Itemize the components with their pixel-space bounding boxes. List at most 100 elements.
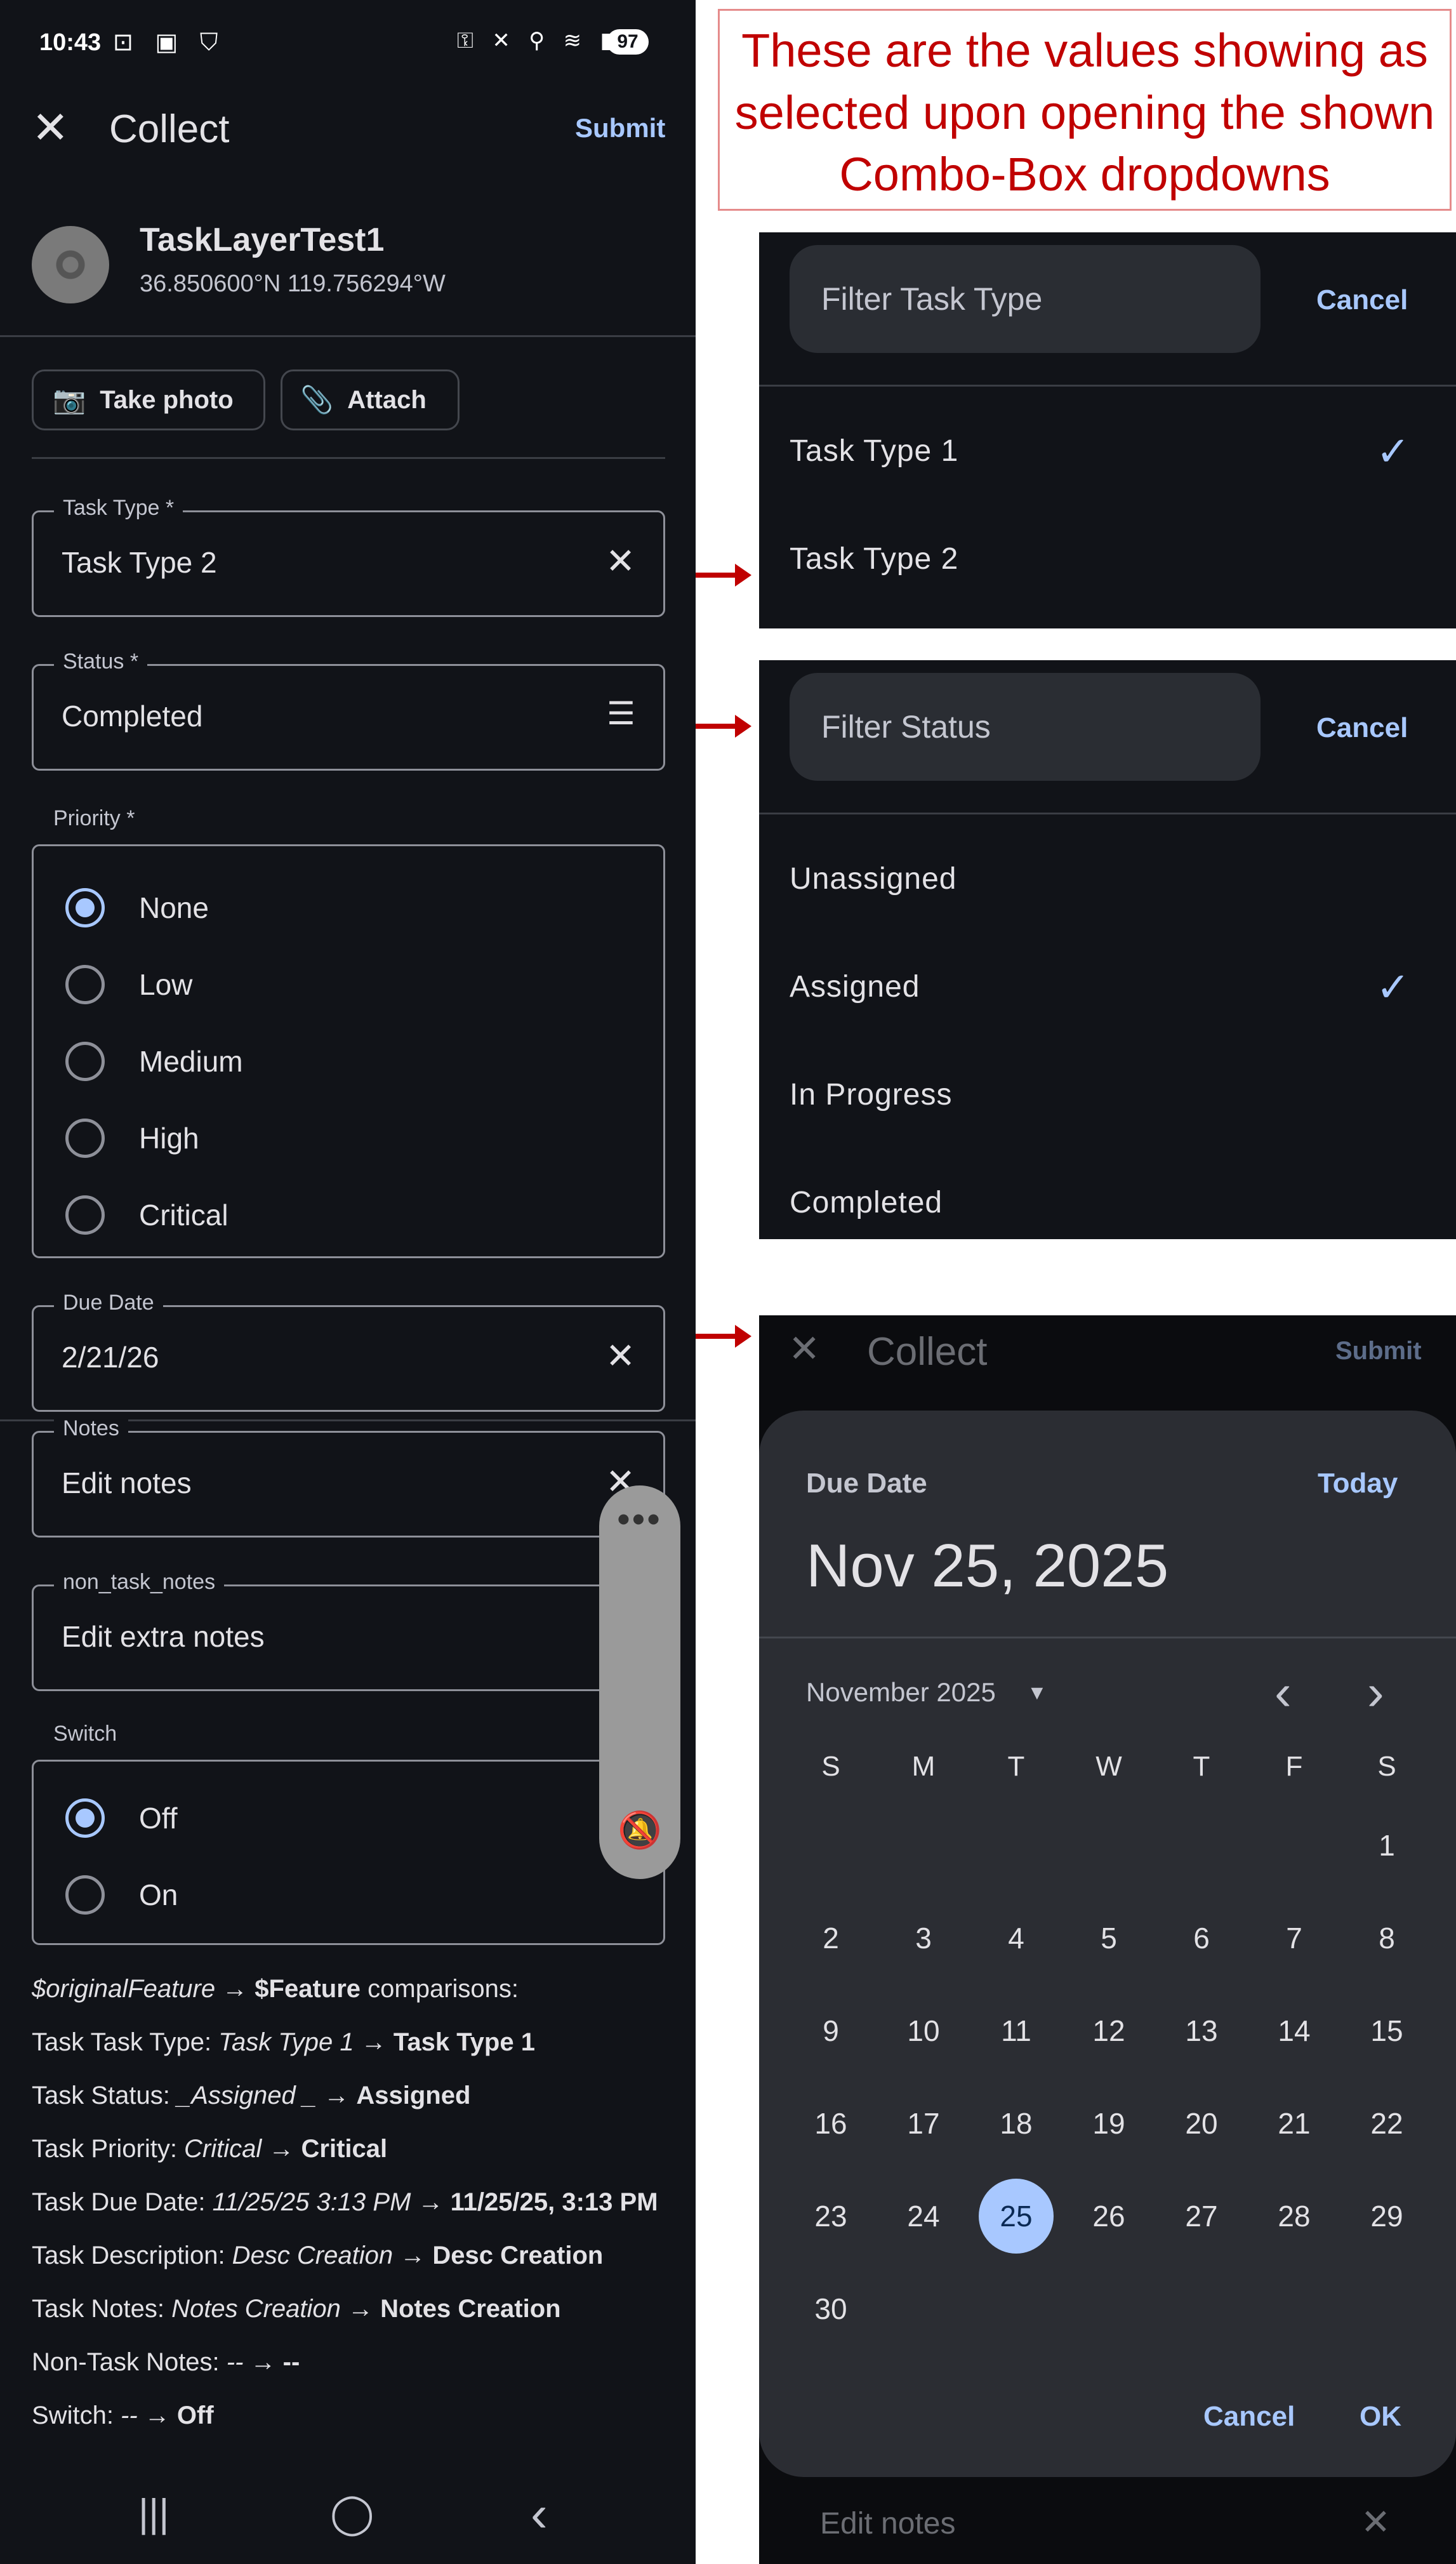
comparison-row: Task Notes: Notes Creation → Notes Creat… [32, 2295, 561, 2323]
next-month-icon[interactable]: › [1367, 1663, 1384, 1722]
ok-button[interactable]: OK [1360, 2401, 1401, 2433]
cancel-button[interactable]: Cancel [1316, 284, 1408, 316]
attach-button[interactable]: 📎 Attach [281, 369, 460, 430]
due-date-field[interactable]: Due Date 2/21/26 ✕ [32, 1291, 665, 1412]
cancel-button[interactable]: Cancel [1203, 2401, 1295, 2433]
dropdown-option[interactable]: Assigned ✓ [759, 933, 1456, 1041]
month-year-selector[interactable]: November 2025 [806, 1677, 996, 1708]
calendar-day[interactable]: 13 [1155, 1993, 1248, 2068]
cancel-button[interactable]: Cancel [1316, 712, 1408, 744]
calendar-day[interactable]: 30 [784, 2271, 877, 2346]
background-submit: Submit [1335, 1337, 1422, 1365]
calendar-day[interactable]: 18 [970, 2086, 1062, 2161]
clear-icon[interactable]: ✕ [606, 540, 635, 582]
priority-option-label: Critical [139, 1198, 228, 1232]
calendar-day[interactable]: 19 [1062, 2086, 1155, 2161]
calendar-day[interactable]: 4 [970, 1901, 1062, 1976]
close-icon[interactable]: ✕ [32, 102, 69, 154]
calendar-day[interactable]: 12 [1062, 1993, 1155, 2068]
priority-option[interactable]: Medium [34, 1023, 663, 1099]
calendar-day[interactable]: 17 [877, 2086, 970, 2161]
filter-status-input[interactable]: Filter Status [790, 673, 1261, 781]
option-label: In Progress [790, 1078, 953, 1112]
radio-unchecked-icon[interactable] [65, 1875, 105, 1915]
home-button[interactable]: ◯ [330, 2490, 374, 2536]
background-notes: Edit notes [820, 2507, 956, 2541]
radio-unchecked-icon[interactable] [65, 1118, 105, 1158]
more-icon[interactable]: ••• [599, 1498, 680, 1539]
dropdown-option[interactable]: Completed [759, 1149, 1456, 1257]
filter-task-type-input[interactable]: Filter Task Type [790, 245, 1261, 353]
calendar-day[interactable]: 5 [1062, 1901, 1155, 1976]
calendar-day[interactable]: 1 [1340, 1808, 1433, 1883]
weekday-label: S [821, 1751, 840, 1782]
priority-option[interactable]: High [34, 1099, 663, 1176]
weekday-label: W [1095, 1751, 1122, 1782]
calendar-day[interactable]: 14 [1248, 1993, 1340, 2068]
calendar-day[interactable]: 24 [877, 2179, 970, 2254]
calendar-day[interactable]: 16 [784, 2086, 877, 2161]
calendar-day[interactable]: 29 [1340, 2179, 1433, 2254]
dropdown-option[interactable]: Task Type 2 [759, 505, 1456, 613]
priority-option[interactable]: Low [34, 946, 663, 1023]
calendar-day[interactable]: 15 [1340, 1993, 1433, 2068]
calendar-day[interactable]: 11 [970, 1993, 1062, 2068]
radio-unchecked-icon[interactable] [65, 1041, 105, 1081]
today-button[interactable]: Today [1318, 1468, 1398, 1499]
floating-toolbar[interactable]: ••• 🔕 [599, 1485, 680, 1879]
divider [759, 1637, 1456, 1638]
priority-option[interactable]: None [34, 869, 663, 946]
switch-option[interactable]: Off [34, 1779, 663, 1856]
comparison-row: Task Description: Desc Creation → Desc C… [32, 2242, 604, 2269]
back-button[interactable]: ‹ [531, 2485, 548, 2543]
background-title: Collect [867, 1330, 988, 1374]
priority-label: Priority * [53, 806, 135, 831]
task-type-field[interactable]: Task Type * Task Type 2 ✕ [32, 496, 665, 617]
calendar-day[interactable]: 6 [1155, 1901, 1248, 1976]
take-photo-button[interactable]: 📷 Take photo [32, 369, 265, 430]
chevron-down-icon[interactable]: ▼ [1027, 1681, 1047, 1704]
recents-button[interactable]: ||| [138, 2491, 169, 2536]
radio-checked-icon[interactable] [65, 1798, 105, 1838]
switch-option-label: On [139, 1878, 178, 1911]
comparison-row: Switch: -- → Off [32, 2401, 214, 2429]
calendar-day[interactable]: 8 [1340, 1901, 1433, 1976]
calendar-day[interactable]: 21 [1248, 2086, 1340, 2161]
close-icon: ✕ [788, 1327, 821, 1370]
calendar-day[interactable]: 22 [1340, 2086, 1433, 2161]
calendar-day[interactable]: 9 [784, 1993, 877, 2068]
clear-icon[interactable]: ✕ [606, 1335, 635, 1377]
notes-field[interactable]: Notes Edit notes ✕ [32, 1416, 665, 1538]
radio-checked-icon[interactable] [65, 887, 105, 927]
previous-month-icon[interactable]: ‹ [1274, 1663, 1292, 1722]
notifications-off-icon[interactable]: 🔕 [599, 1809, 680, 1851]
system-status-icons: ⚿ ✕ ⚲ ≋ ▮ [457, 29, 619, 53]
non-task-notes-field[interactable]: non_task_notes Edit extra notes [32, 1570, 665, 1691]
submit-button[interactable]: Submit [575, 113, 665, 143]
close-icon: ✕ [1361, 2502, 1391, 2542]
calendar-day[interactable]: 7 [1248, 1901, 1340, 1976]
calendar-day[interactable]: 10 [877, 1993, 970, 2068]
calendar-day[interactable]: 28 [1248, 2179, 1340, 2254]
list-icon[interactable]: ☰ [607, 695, 635, 732]
calendar-day[interactable]: 3 [877, 1901, 970, 1976]
calendar-day[interactable]: 20 [1155, 2086, 1248, 2161]
due-date-value: 2/21/26 [62, 1341, 159, 1374]
status-field[interactable]: Status * Completed ☰ [32, 649, 665, 771]
calendar-day[interactable]: 26 [1062, 2179, 1155, 2254]
notes-label: Notes [54, 1416, 128, 1441]
calendar-day[interactable]: 27 [1155, 2179, 1248, 2254]
priority-option[interactable]: Critical [34, 1176, 663, 1253]
switch-label: Switch [53, 1722, 117, 1746]
radio-unchecked-icon[interactable] [65, 1195, 105, 1235]
switch-option[interactable]: On [34, 1856, 663, 1933]
radio-unchecked-icon[interactable] [65, 964, 105, 1004]
calendar-day[interactable]: 23 [784, 2179, 877, 2254]
selected-day[interactable]: 25 [970, 2179, 1062, 2254]
dropdown-option[interactable]: In Progress [759, 1041, 1456, 1149]
dropdown-option[interactable]: Unassigned [759, 825, 1456, 933]
date-picker-dialog: Due Date Today Nov 25, 2025 November 202… [759, 1411, 1456, 2477]
calendar-day[interactable]: 2 [784, 1901, 877, 1976]
option-label: Task Type 1 [790, 434, 959, 468]
dropdown-option[interactable]: Task Type 1 ✓ [759, 397, 1456, 505]
